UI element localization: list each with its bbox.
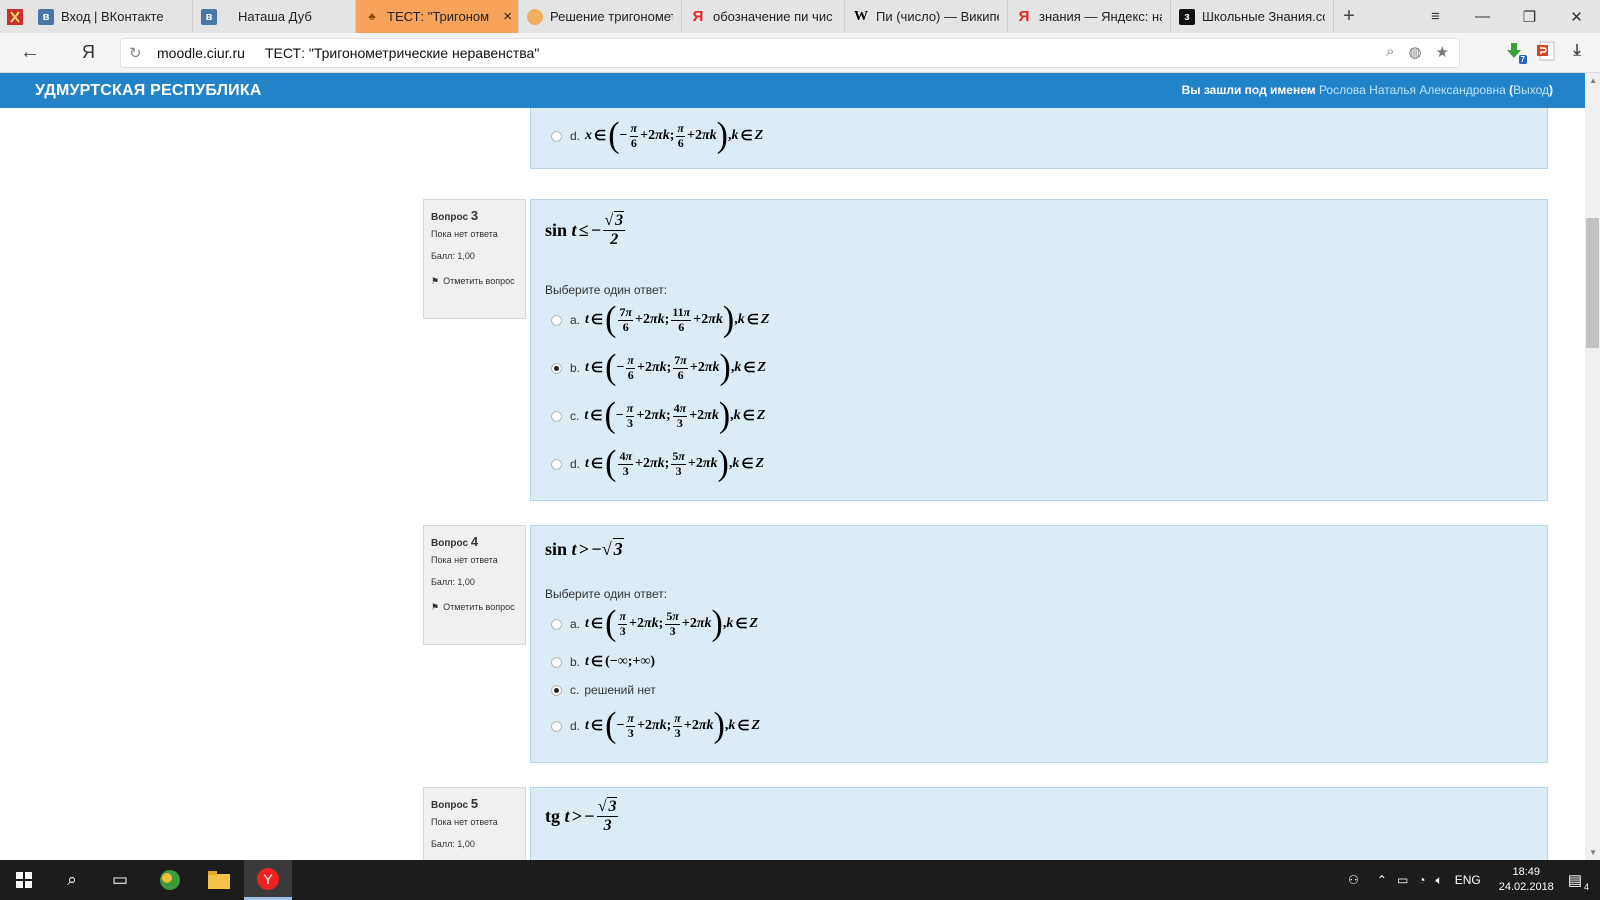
svg-text:Y: Y — [263, 871, 273, 887]
question-4-box: sin t > −√ 3 Выберите один ответ: a. t ∈(π 3 +… — [530, 525, 1548, 763]
protect-icon[interactable]: ◍ — [1408, 43, 1421, 61]
question-3-info: Вопрос 3 Пока нет ответа Балл: 1,00 ⚑ Отм… — [423, 199, 526, 319]
app-green-icon[interactable] — [146, 860, 194, 900]
clock[interactable]: 18:49 24.02.2018 — [1499, 865, 1554, 895]
tab-vk-natasha[interactable]: в Наташа Дуб — [193, 0, 356, 33]
question-5-formula: tg t > − √ 3 3 — [545, 797, 619, 834]
new-tab-icon[interactable]: + — [1334, 0, 1364, 33]
windows-start-icon[interactable] — [0, 860, 48, 900]
answer-option-d[interactable]: d. t ∈(4π 3 +2 πk; 5π 3 +2 πk), k ∈ Z — [551, 444, 764, 484]
powerpoint-extension-icon[interactable] — [1535, 40, 1557, 62]
tab-vk-login[interactable]: в Вход | ВКонтакте — [30, 0, 193, 33]
answer-radio[interactable] — [551, 314, 562, 326]
answer-option[interactable]: d. x ∈(− π 6 +2 πk; π 6 +2 πk), k ∈ Z — [551, 116, 763, 156]
scroll-up-icon[interactable]: ▲ — [1589, 76, 1597, 85]
browser-tab-strip: в Вход | ВКонтакте в Наташа Дуб ♣ ТЕСТ: … — [0, 0, 1600, 33]
menu-icon[interactable]: ≡ — [1412, 0, 1459, 33]
tab-znanija[interactable]: з Школьные Знания.co — [1171, 0, 1334, 33]
site-header: УДМУРТСКАЯ РЕСПУБЛИКА Вы зашли под имене… — [0, 73, 1585, 108]
login-info: Вы зашли под именем Рослова Наталья Алек… — [1181, 83, 1553, 97]
site-region-title[interactable]: УДМУРТСКАЯ РЕСПУБЛИКА — [35, 82, 262, 100]
tab-yandex-znaniya[interactable]: Я знания — Яндекс: на — [1008, 0, 1171, 33]
question-3-box: sin t ≤ − √ 3 2 Выберите один ответ: a. t ∈(7π… — [530, 199, 1548, 501]
reload-icon[interactable]: ↻ — [129, 44, 142, 62]
url-field[interactable]: ↻ moodle.ciur.ru ТЕСТ: "Тригонометрическ… — [120, 38, 1460, 68]
address-bar: ← Я ↻ moodle.ciur.ru ТЕСТ: "Тригонометри… — [0, 33, 1600, 73]
yandex-logo[interactable]: Я — [82, 42, 95, 63]
question-5-info: Вопрос 5 Пока нет ответа Балл: 1,00 — [423, 787, 526, 860]
scrollbar-thumb[interactable] — [1586, 218, 1599, 348]
answer-option-c[interactable]: c. решений нет — [551, 670, 656, 710]
logout-link[interactable]: Выход — [1513, 83, 1549, 97]
yandex-browser-taskbar-icon[interactable]: Y — [244, 860, 292, 900]
answer-radio[interactable] — [551, 362, 562, 374]
tab-yandex-pi[interactable]: Я обозначение пи чис — [682, 0, 845, 33]
question-4-formula: sin t > −√ 3 — [545, 538, 624, 559]
answer-option-c[interactable]: c. t ∈(− π 3 +2 πk; 4π 3 +2 πk), k ∈ Z — [551, 396, 765, 436]
flag-question-button[interactable]: ⚑ Отметить вопрос — [431, 599, 518, 615]
moodle-icon: ♣ — [368, 10, 376, 23]
znanija-icon: з — [1179, 8, 1195, 25]
tab-moodle-test[interactable]: ♣ ТЕСТ: "Тригоном × — [356, 0, 519, 33]
question-3-formula: sin t ≤ − √ 3 2 — [545, 211, 626, 248]
answer-radio[interactable] — [551, 618, 562, 630]
answer-radio[interactable] — [551, 410, 562, 422]
quiz-content: d. x ∈(− π 6 +2 πk; π 6 +2 πk), k ∈ Z Вопрос 3 Пока … — [0, 108, 1585, 860]
language-indicator[interactable]: ENG — [1455, 873, 1481, 887]
question-2-box: d. x ∈(− π 6 +2 πk; π 6 +2 πk), k ∈ Z — [530, 108, 1548, 169]
answer-option-d[interactable]: d. t ∈(− π 3 +2 πk; π 3 +2 πk), k ∈ Z — [551, 706, 760, 746]
show-hidden-icon[interactable]: ⌃ — [1377, 873, 1387, 887]
answer-radio[interactable] — [551, 130, 562, 142]
flag-question-button[interactable]: ⚑ Отметить вопрос — [431, 273, 518, 289]
back-arrow-icon[interactable]: ← — [20, 41, 40, 64]
answer-radio[interactable] — [551, 656, 562, 668]
tab-solution[interactable]: Решение тригономет — [519, 0, 682, 33]
task-view-icon[interactable]: ▭ — [96, 860, 144, 900]
search-icon[interactable]: ⌕ — [48, 860, 96, 900]
answer-option-b[interactable]: b. t ∈(− π 6 +2 πk; 7π 6 +2 πk), k ∈ Z — [551, 348, 766, 388]
search-icon[interactable]: ⌕ — [1386, 43, 1394, 61]
url-page-title: ТЕСТ: "Тригонометрические неравенства" — [265, 45, 540, 61]
yandex-browser-menu-icon[interactable] — [0, 0, 30, 33]
notification-center-icon[interactable]: ▤ 4 — [1568, 871, 1589, 892]
answer-option-a[interactable]: a. t ∈(7π 6 +2 πk; 11π 6 +2 πk), k ∈ Z — [551, 300, 769, 340]
people-icon[interactable]: ⚇ — [1348, 873, 1359, 887]
yandex-icon: Я — [1018, 8, 1030, 25]
answer-formula: x ∈(− π 6 +2 πk; π 6 +2 πk), k ∈ Z — [585, 116, 764, 155]
restore-icon[interactable]: ❐ — [1506, 0, 1553, 33]
url-domain: moodle.ciur.ru — [157, 45, 245, 61]
user-link[interactable]: Рослова Наталья Александровна — [1319, 83, 1506, 97]
close-tab-icon[interactable]: × — [503, 8, 512, 25]
answer-radio[interactable] — [551, 684, 562, 696]
yandex-icon: Я — [692, 8, 704, 25]
vk-icon: в — [201, 8, 217, 25]
bookmark-star-icon[interactable]: ★ — [1436, 43, 1449, 61]
flag-icon: ⚑ — [431, 276, 440, 286]
answer-radio[interactable] — [551, 720, 562, 732]
download-icon[interactable]: ⤓ — [1566, 40, 1588, 62]
close-window-icon[interactable]: ✕ — [1553, 0, 1600, 33]
wikipedia-icon: W — [854, 8, 868, 24]
answer-option-a[interactable]: a. t ∈(π 3 +2 πk; 5π 3 +2 πk), k ∈ Z — [551, 604, 758, 644]
flag-icon: ⚑ — [431, 602, 440, 612]
tab-wikipedia-pi[interactable]: W Пи (число) — Википе — [845, 0, 1008, 33]
question-4-info: Вопрос 4 Пока нет ответа Балл: 1,00 ⚑ Отм… — [423, 525, 526, 645]
scroll-down-icon[interactable]: ▼ — [1589, 848, 1597, 857]
system-tray: ⚇ ⌃ ▭ ◔ 🔈︎ ENG 18:49 24.02.2018 ▤ 4 — [1348, 860, 1600, 900]
volume-icon[interactable]: 🔈︎ — [1436, 873, 1443, 888]
wifi-icon[interactable]: ◔ — [1418, 873, 1425, 887]
battery-icon[interactable]: ▭ — [1397, 873, 1408, 887]
downloads-extension-icon[interactable]: 7 — [1503, 40, 1527, 64]
page-scrollbar[interactable]: ▲ ▼ — [1585, 73, 1600, 860]
answer-radio[interactable] — [551, 458, 562, 470]
minimize-icon[interactable]: — — [1459, 0, 1506, 33]
egg-icon — [527, 8, 543, 25]
file-explorer-icon[interactable] — [195, 860, 243, 900]
question-5-box: tg t > − √ 3 3 — [530, 787, 1548, 860]
vk-icon: в — [38, 8, 54, 25]
windows-taskbar: ⌕ ▭ Y ⚇ ⌃ ▭ ◔ 🔈︎ ENG 18:49 24.02.2018 ▤ 4 — [0, 860, 1600, 900]
